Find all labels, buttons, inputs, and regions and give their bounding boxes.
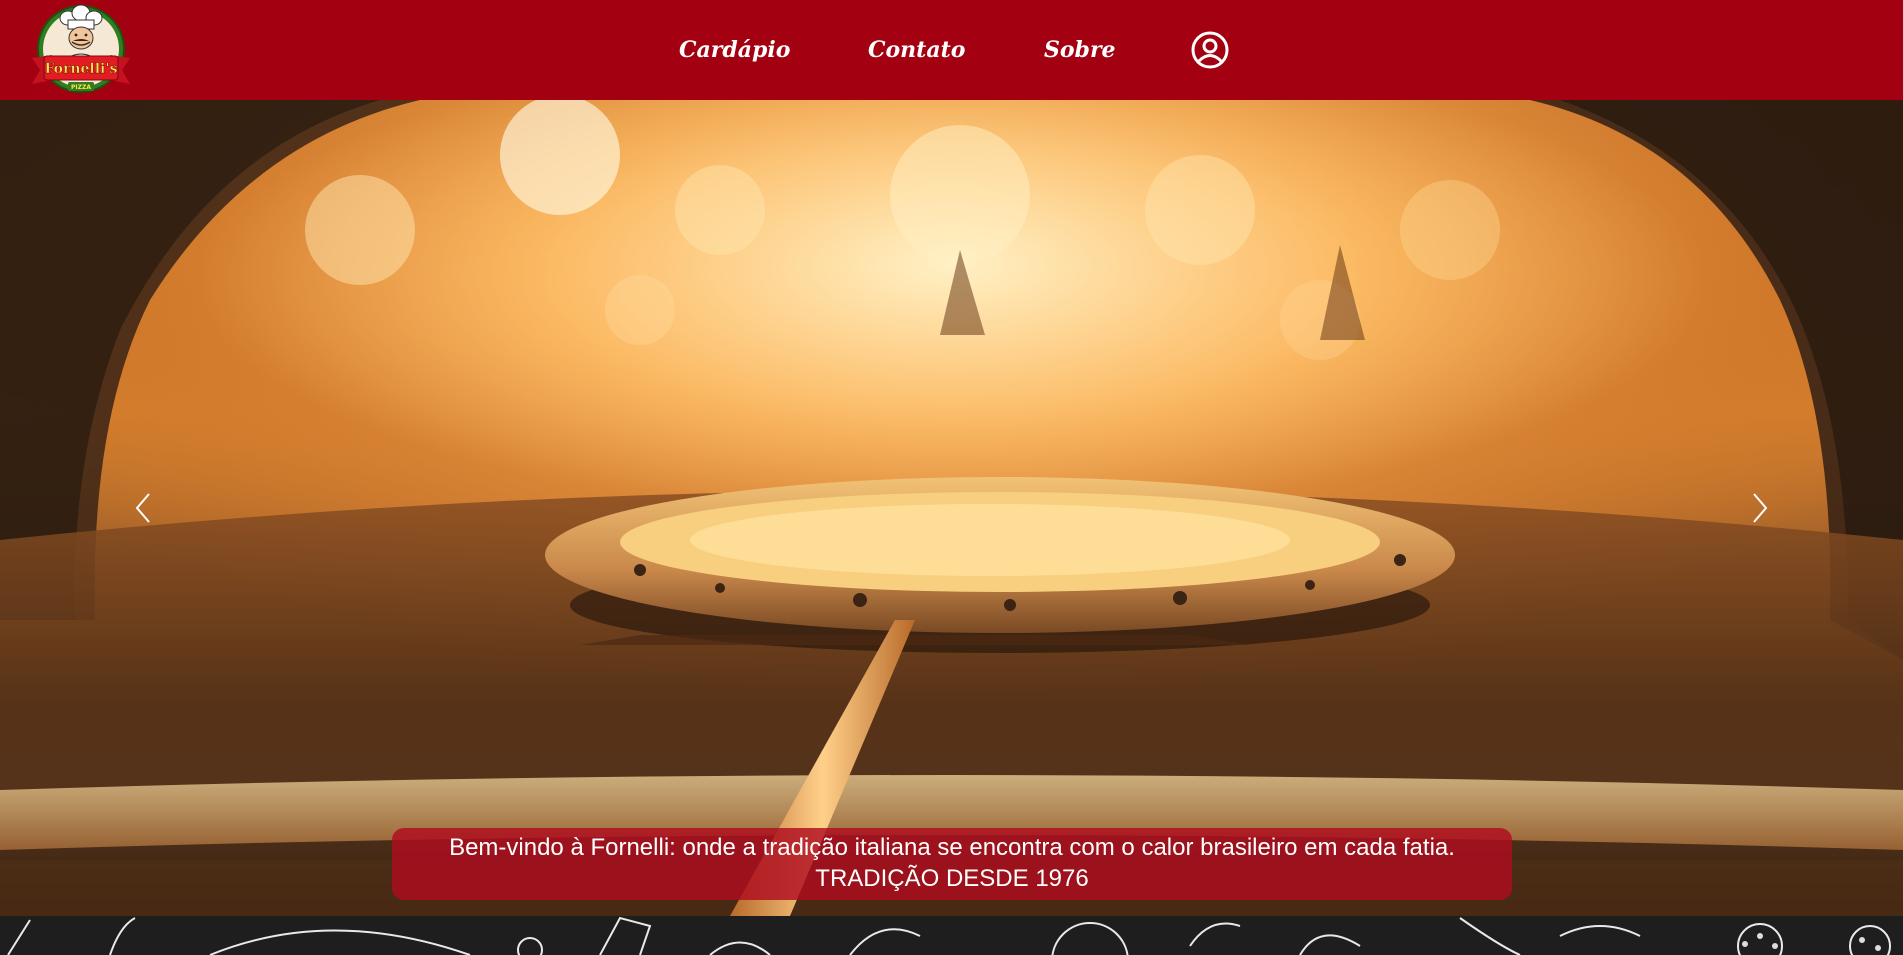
hero-caption-welcome: Bem-vindo à Fornelli: onde a tradição it… bbox=[449, 834, 1455, 861]
navbar: Fornelli's PIZZA Cardápio Contato Sobre bbox=[0, 0, 1903, 100]
chevron-left-icon bbox=[135, 493, 150, 523]
hero-caption-tagline: TRADIÇÃO DESDE 1976 bbox=[815, 865, 1089, 892]
pizza-oven-photo bbox=[0, 100, 1903, 916]
hero-caption: Bem-vindo à Fornelli: onde a tradição it… bbox=[392, 828, 1512, 900]
doodle-pattern-strip bbox=[0, 916, 1903, 955]
carousel-prev-button[interactable] bbox=[123, 490, 163, 526]
logo-sub-text: PIZZA bbox=[71, 84, 91, 91]
logo-brand-text: Fornelli's bbox=[44, 61, 117, 77]
fornellis-logo[interactable]: Fornelli's PIZZA bbox=[18, 0, 144, 100]
nav-link-cardapio[interactable]: Cardápio bbox=[679, 32, 790, 68]
chef-logo-icon: Fornelli's PIZZA bbox=[32, 4, 130, 93]
hero-carousel: Bem-vindo à Fornelli: onde a tradição it… bbox=[0, 100, 1903, 916]
user-account-button[interactable] bbox=[1190, 30, 1230, 70]
nav-link-contato[interactable]: Contato bbox=[868, 32, 965, 68]
nav-link-sobre[interactable]: Sobre bbox=[1044, 32, 1116, 68]
food-doodle-pattern bbox=[7, 916, 1891, 955]
user-circle-icon bbox=[1191, 31, 1229, 69]
chevron-right-icon bbox=[1753, 493, 1768, 523]
carousel-next-button[interactable] bbox=[1740, 490, 1780, 526]
